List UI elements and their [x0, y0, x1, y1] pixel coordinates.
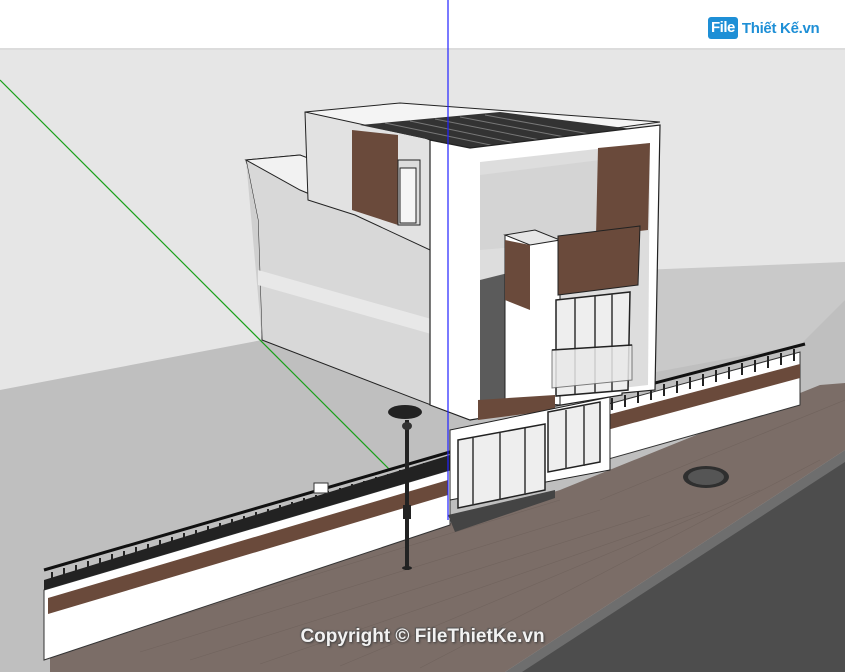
sketchup-viewport: [0, 0, 845, 672]
watermark-logo: File Thiết Kế.vn: [708, 14, 820, 42]
balcony-wood: [557, 225, 641, 296]
mailbox: [313, 482, 329, 494]
ground-floor-window: [547, 401, 601, 473]
wood-panel-right: [596, 143, 650, 236]
copyright-watermark: Copyright © FileThietKe.vn: [300, 626, 545, 647]
glass-railing: [551, 344, 633, 389]
logo-mark: File: [708, 17, 738, 39]
logo-text: Thiết Kế.vn: [741, 19, 820, 37]
